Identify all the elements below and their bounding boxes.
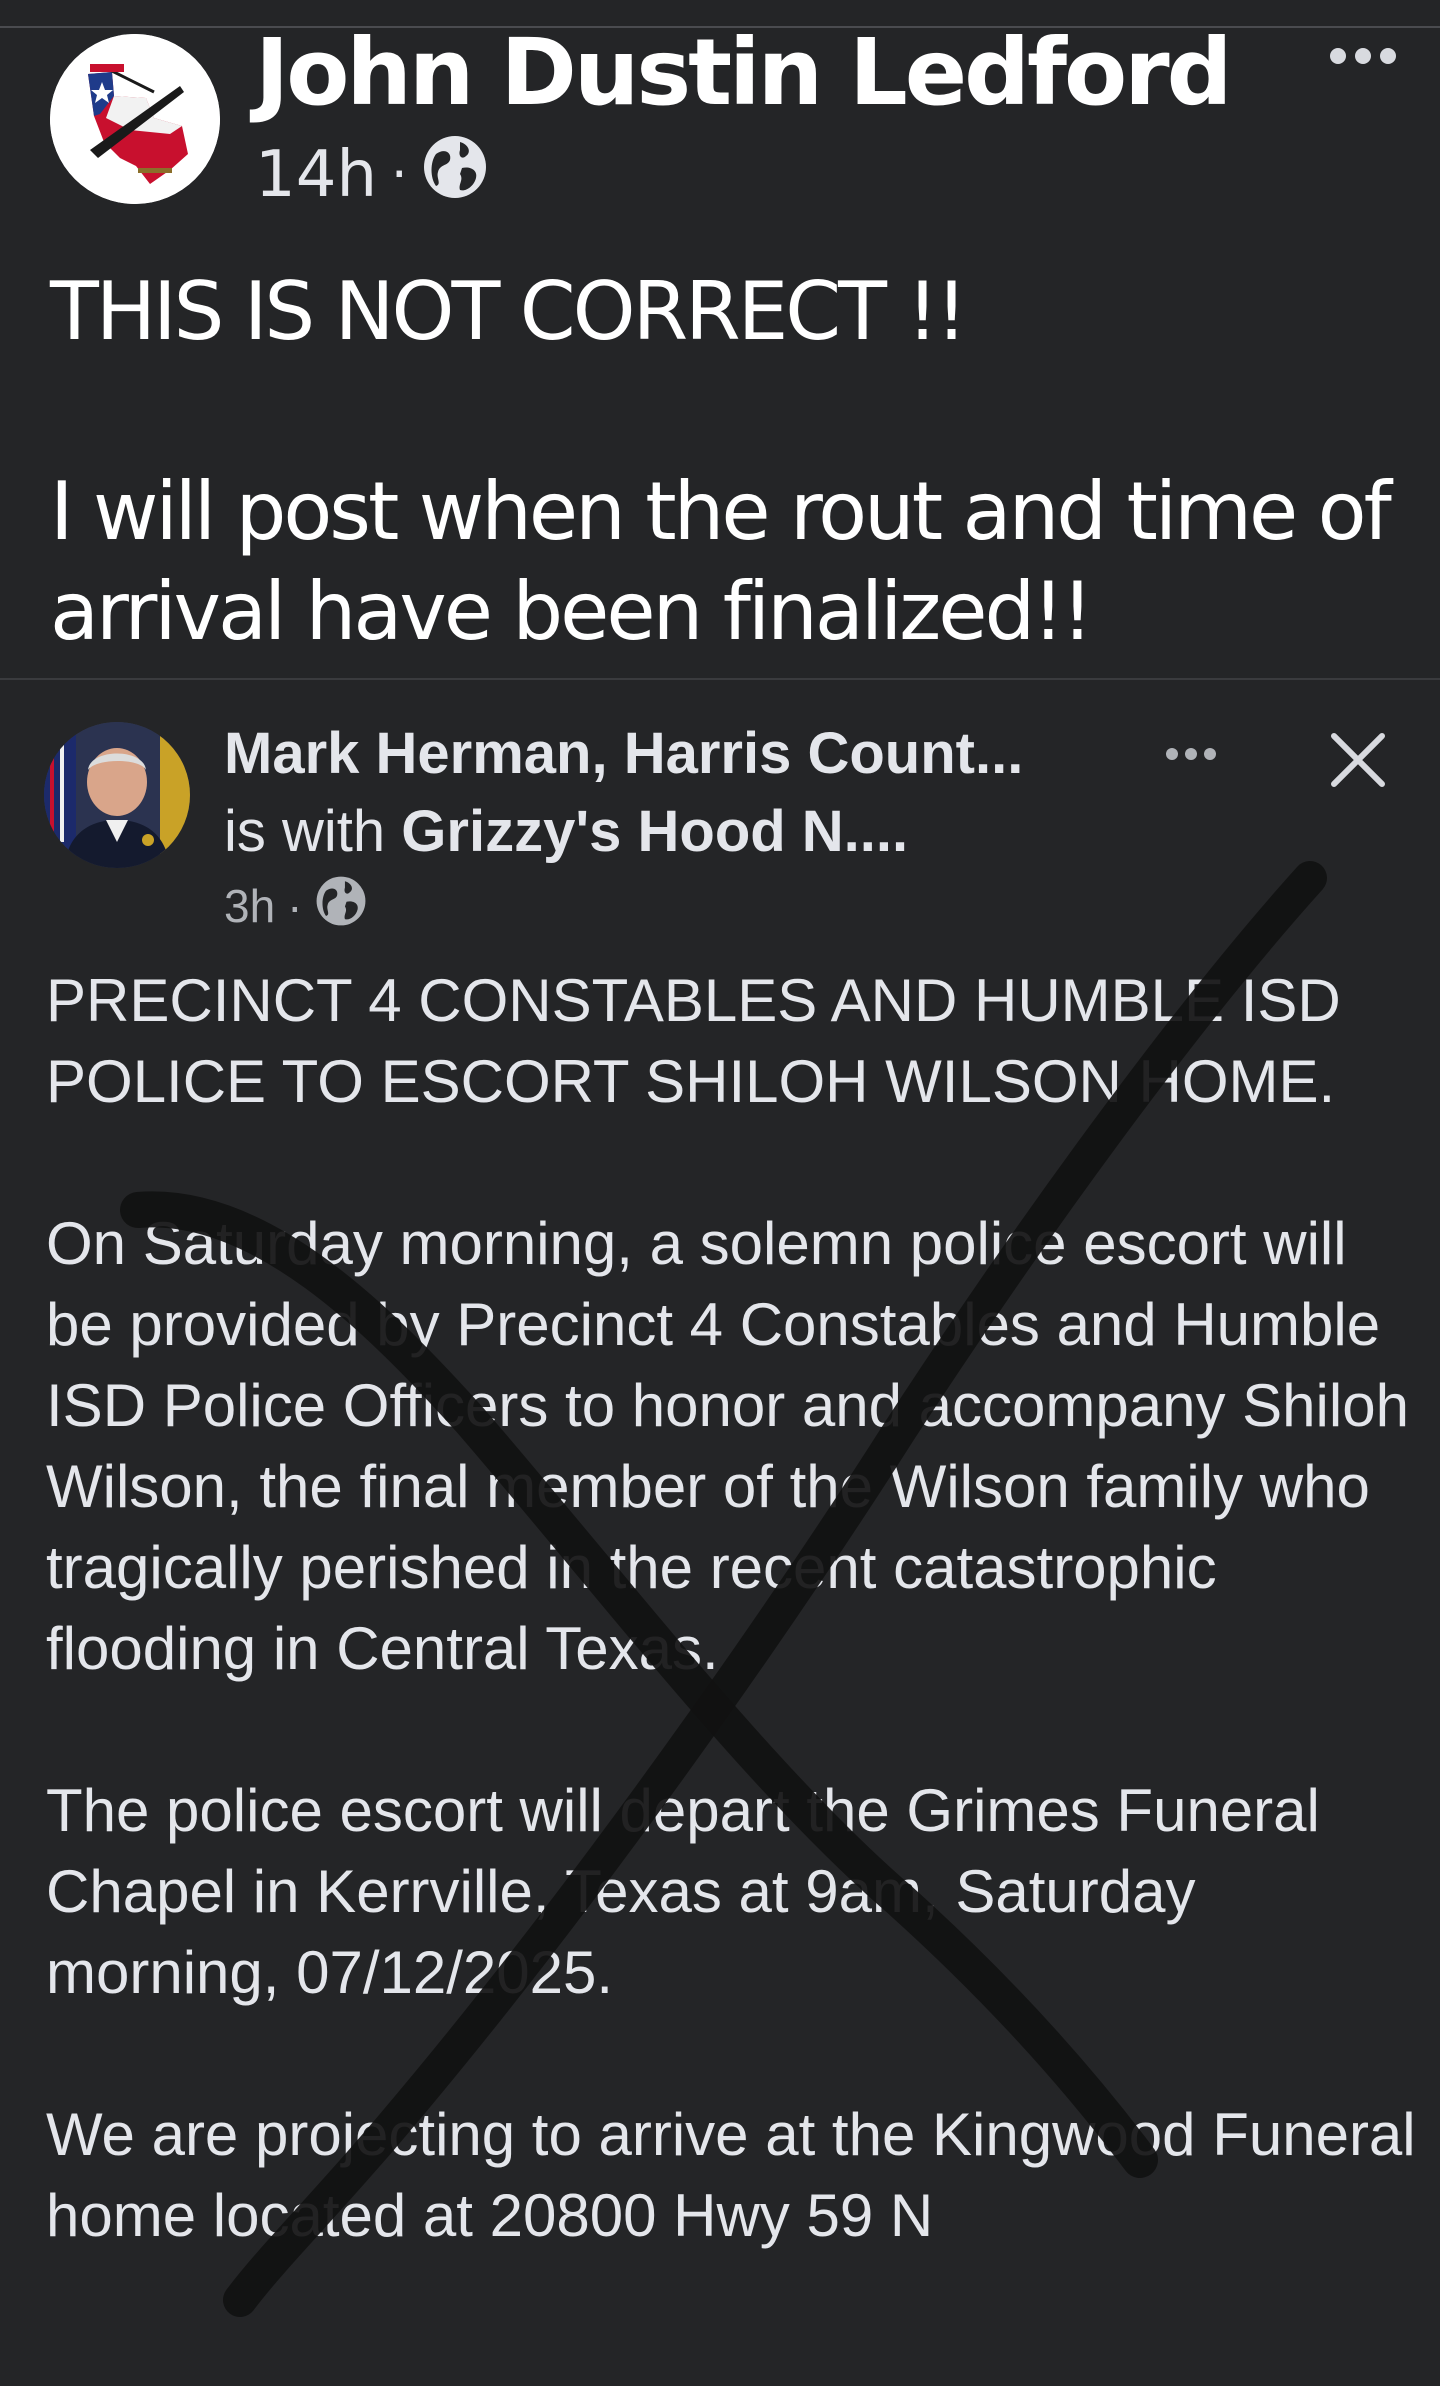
inner-post-text: PRECINCT 4 CONSTABLES AND HUMBLE ISD POL… (46, 960, 1416, 2256)
close-icon[interactable] (1326, 728, 1390, 792)
globe-icon (422, 134, 488, 216)
outer-post-text: THIS IS NOT CORRECT !! I will post when … (50, 262, 1410, 662)
outer-author-avatar[interactable] (50, 34, 220, 204)
inner-paragraph: We are projecting to arrive at the Kingw… (46, 2101, 1416, 2249)
outer-author-name[interactable]: John Dustin Ledford (255, 18, 1232, 128)
inner-author-name[interactable]: Mark Herman, Harris Count... (224, 718, 1023, 790)
inner-post-time[interactable]: 3h (224, 879, 275, 933)
inner-paragraph: On Saturday morning, a solemn police esc… (46, 1210, 1409, 1682)
texas-flag-logo (50, 34, 220, 204)
inner-more-options-icon[interactable] (1166, 748, 1216, 760)
with-page-link[interactable]: Grizzy's Hood N.... (401, 799, 908, 864)
shared-post-divider (0, 678, 1440, 680)
inner-with-line: is with Grizzy's Hood N.... (224, 796, 908, 868)
outer-paragraph: I will post when the rout and time of ar… (50, 465, 1392, 658)
meta-separator: · (287, 880, 303, 932)
officer-photo (44, 722, 190, 868)
outer-more-options-icon[interactable] (1330, 48, 1396, 64)
globe-icon (315, 875, 367, 938)
meta-separator: · (391, 145, 408, 205)
inner-paragraph: The police escort will depart the Grimes… (46, 1777, 1320, 2006)
inner-paragraph: PRECINCT 4 CONSTABLES AND HUMBLE ISD POL… (46, 967, 1341, 1115)
with-prefix: is with (224, 799, 386, 864)
outer-post-meta: 14h · (255, 136, 488, 212)
inner-author-avatar[interactable] (44, 722, 190, 868)
outer-post-time[interactable]: 14h (255, 138, 377, 212)
inner-post-meta: 3h · (224, 874, 367, 938)
outer-paragraph: THIS IS NOT CORRECT !! (50, 265, 968, 358)
